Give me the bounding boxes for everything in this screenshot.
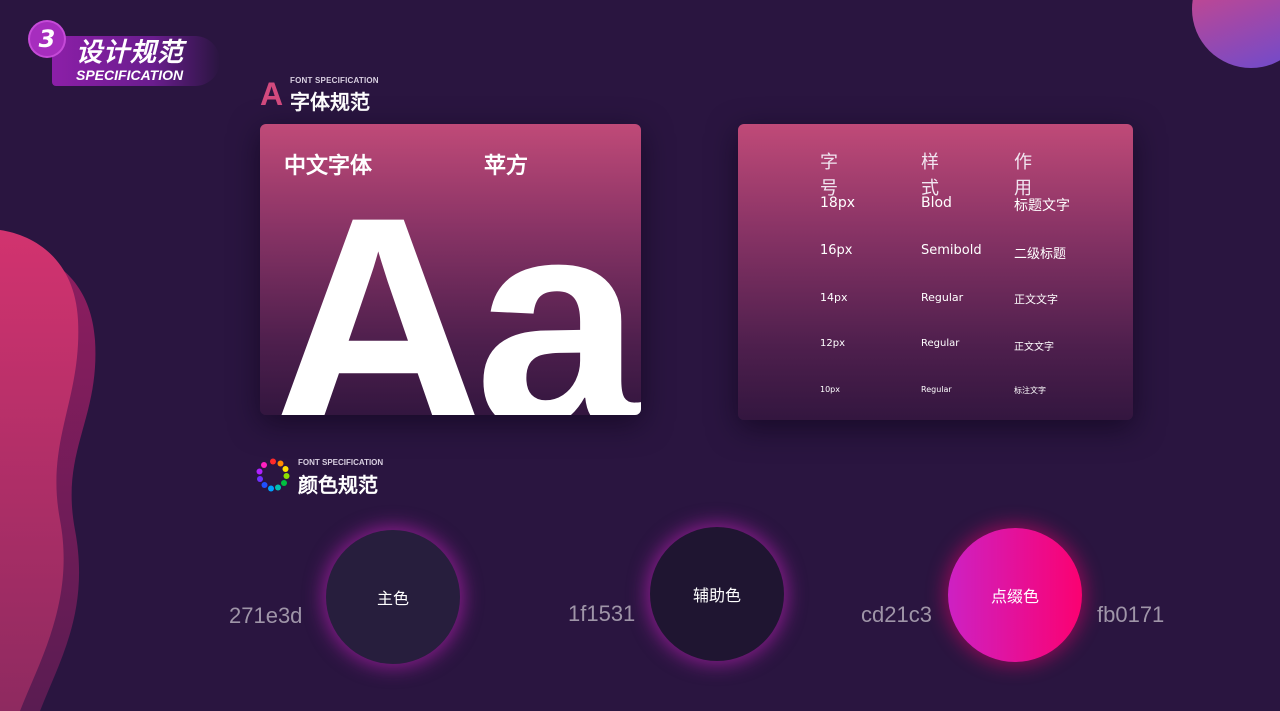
- color-wheel-icon: [256, 458, 290, 492]
- table-cell-style: Regular: [921, 385, 952, 394]
- secondary-color-label: 辅助色: [692, 586, 741, 605]
- primary-color-hex: 271e3d: [229, 603, 303, 628]
- primary-color-swatch: 主色: [326, 530, 460, 664]
- color-section-eng: FONT SPECIFICATION: [298, 458, 384, 467]
- section-number: 3: [30, 22, 64, 56]
- table-cell-usage: 正文文字: [1014, 342, 1054, 353]
- font-section-header: A FONT SPECIFICATION 字体规范: [260, 76, 460, 114]
- section-badge: 3 设计规范 SPECIFICATION: [30, 22, 220, 88]
- table-cell-usage: 正文文字: [1014, 293, 1058, 306]
- table-cell-style: Regular: [921, 338, 960, 349]
- font-section-title: 字体规范: [290, 90, 370, 114]
- accent-color-swatch: 点缀色: [948, 528, 1082, 662]
- table-cell-size: 16px: [820, 243, 853, 258]
- color-section-title: 颜色规范: [298, 473, 378, 497]
- table-cell-usage: 标题文字: [1014, 198, 1070, 214]
- table-header-size: 字号: [820, 152, 838, 199]
- table-cell-style: Semibold: [921, 243, 982, 258]
- table-cell-size: 18px: [820, 195, 855, 211]
- table-header-usage: 作用: [1014, 152, 1032, 199]
- decorative-wave: [0, 230, 96, 711]
- font-sample-glyphs: Aa: [270, 154, 641, 415]
- accent-color-label: 点缀色: [990, 587, 1039, 606]
- table-cell-usage: 二级标题: [1014, 247, 1067, 262]
- accent-color-hex-end: fb0171: [1097, 602, 1165, 627]
- table-cell-style: Regular: [921, 291, 964, 304]
- table-header-style: 样式: [921, 152, 939, 199]
- section-subtitle: SPECIFICATION: [76, 67, 184, 83]
- secondary-color-hex: 1f1531: [568, 601, 636, 626]
- font-section-eng: FONT SPECIFICATION: [290, 76, 379, 85]
- font-spec-table-card: 字号 样式 作用 18px Blod 标题文字 16px Semibold 二级…: [738, 124, 1133, 420]
- table-cell-style: Blod: [921, 195, 952, 211]
- secondary-color-swatch: 辅助色: [650, 527, 784, 661]
- table-cell-size: 12px: [820, 338, 845, 349]
- decorative-corner-circle: [1192, 0, 1280, 68]
- accent-color-hex-start: cd21c3: [861, 602, 932, 627]
- table-cell-usage: 标注文字: [1014, 386, 1046, 395]
- table-cell-size: 14px: [820, 291, 848, 304]
- table-cell-size: 10px: [820, 385, 840, 394]
- primary-color-label: 主色: [376, 589, 409, 608]
- font-a-icon: A: [260, 76, 284, 112]
- font-sample-card: 中文字体 苹方 Aa: [260, 124, 641, 415]
- color-section-header: FONT SPECIFICATION 颜色规范: [256, 456, 456, 497]
- section-title: 设计规范: [76, 38, 185, 68]
